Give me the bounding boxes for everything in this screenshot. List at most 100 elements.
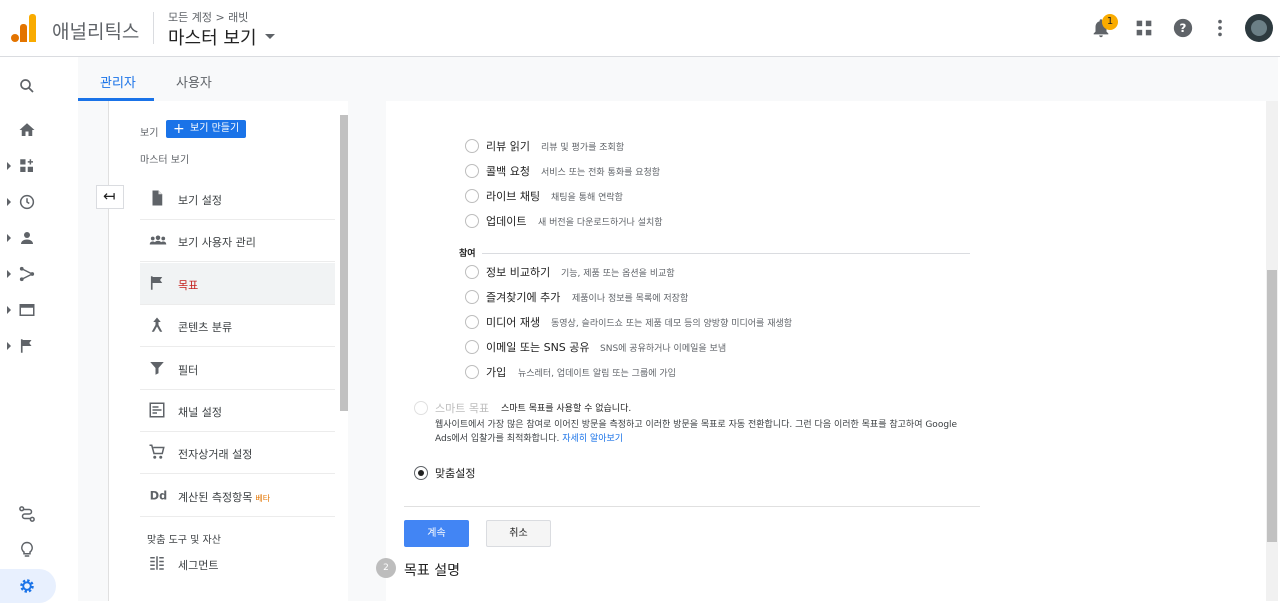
option-title: 즐겨찾기에 추가 (486, 291, 561, 304)
app-title: 애널리틱스 (52, 21, 140, 43)
filter-icon (150, 362, 164, 375)
rail-discover[interactable] (0, 535, 56, 565)
person-arrow-icon (151, 317, 163, 332)
option-title: 리뷰 읽기 (486, 140, 530, 153)
home-icon (19, 123, 35, 136)
option-title: 콜백 요청 (486, 165, 530, 178)
admin-tabs: 관리자 사용자 (78, 57, 1278, 101)
custom-option-title: 맞춤설정 (435, 467, 476, 480)
radio-update[interactable] (465, 214, 479, 228)
nav-item-goals[interactable]: 목표 (140, 263, 335, 305)
rail-home[interactable] (0, 115, 56, 145)
rail-acquisition[interactable] (0, 259, 56, 289)
master-view-label[interactable]: 마스터 보기 (140, 151, 189, 166)
option-title: 미디어 재생 (486, 316, 541, 329)
rail-search[interactable] (0, 71, 56, 101)
tab-admin[interactable]: 관리자 (100, 72, 136, 91)
nav-item-content-grouping[interactable]: 콘텐츠 분류 (140, 305, 335, 347)
analytics-logo-icon[interactable] (11, 14, 37, 42)
more-vert-icon[interactable] (1209, 17, 1231, 39)
radio-callback[interactable] (465, 164, 479, 178)
option-desc: 채팅을 통해 연락함 (551, 193, 623, 203)
help-icon[interactable]: ? (1172, 17, 1194, 39)
option-title: 이메일 또는 SNS 공유 (486, 341, 590, 354)
nav-item-label: 세그먼트 (178, 559, 219, 572)
view-column-label: 보기 (140, 128, 159, 139)
continue-button[interactable]: 계속 (404, 520, 469, 547)
option-desc: SNS에 공유하거나 이메일을 보냄 (600, 344, 727, 354)
nav-item-label: 보기 설정 (178, 194, 222, 207)
nav-item-label: 목표 (178, 279, 199, 292)
nav-item-label: 계산된 측정항목 베타 (178, 489, 270, 505)
learn-more-link[interactable]: 자세히 알아보기 (562, 434, 623, 444)
rail-audience[interactable] (0, 223, 56, 253)
nav-item-segments[interactable]: 세그먼트 (140, 543, 335, 585)
nav-scrollbar[interactable] (340, 115, 348, 411)
apps-grid-icon[interactable] (1133, 17, 1155, 39)
radio-share[interactable] (465, 340, 479, 354)
dashboard-icon (20, 159, 33, 172)
notification-badge: 1 (1102, 14, 1118, 30)
option-desc: 제품이나 정보를 목록에 저장함 (572, 294, 689, 304)
cart-icon (149, 444, 165, 459)
nav-item-view-user-management[interactable]: 보기 사용자 관리 (140, 220, 335, 262)
nav-item-view-settings[interactable]: 보기 설정 (140, 178, 335, 220)
caret-down-icon[interactable] (265, 34, 275, 39)
nav-item-label: 콘텐츠 분류 (178, 321, 233, 334)
flag-icon (20, 339, 32, 353)
smart-goal-info: 웹사이트에서 가장 많은 참여로 이어진 방문을 측정하고 이러한 방문을 목표… (435, 418, 975, 446)
option-title: 업데이트 (486, 215, 527, 228)
radio-signup[interactable] (465, 365, 479, 379)
main-scrollbar-thumb[interactable] (1267, 270, 1277, 542)
step-title: 목표 설명 (404, 563, 460, 579)
lightbulb-icon (21, 541, 33, 557)
nav-item-filters[interactable]: 필터 (140, 348, 335, 390)
option-title: 라이브 채팅 (486, 190, 541, 203)
person-icon (21, 232, 33, 244)
nav-item-channel-settings[interactable]: 채널 설정 (140, 390, 335, 432)
svg-text:Dd: Dd (150, 490, 167, 503)
account-breadcrumb[interactable]: 모든 계정 > 래빗 (168, 9, 248, 25)
nav-item-ecommerce-settings[interactable]: 전자상거래 설정 (140, 432, 335, 474)
create-view-label: 보기 만들기 (190, 123, 240, 134)
actions-divider (404, 506, 980, 507)
rail-realtime[interactable] (0, 187, 56, 217)
option-title: 가입 (486, 366, 507, 379)
view-selector[interactable]: 마스터 보기 (168, 24, 257, 50)
radio-compare[interactable] (465, 265, 479, 279)
rail-conversions[interactable] (0, 331, 56, 361)
acquisition-icon (19, 266, 35, 282)
radio-custom[interactable] (414, 466, 428, 480)
nav-divider (108, 101, 109, 601)
nav-item-calculated-metrics[interactable]: Dd 계산된 측정항목 베타 (140, 475, 335, 517)
segment-icon (150, 556, 164, 570)
engagement-heading: 참여 (459, 249, 476, 259)
back-button[interactable]: ↤ (96, 185, 124, 209)
rail-customization[interactable] (0, 151, 56, 181)
window-icon (19, 304, 35, 316)
avatar[interactable] (1245, 14, 1273, 42)
smart-goal-title: 스마트 목표 (435, 402, 490, 415)
search-icon (20, 79, 34, 93)
option-desc: 새 버전을 다운로드하거나 설치함 (538, 218, 663, 228)
create-view-button[interactable]: + 보기 만들기 (166, 120, 246, 138)
radio-favorite[interactable] (465, 290, 479, 304)
rail-admin[interactable] (0, 569, 56, 603)
gear-icon (20, 579, 34, 593)
smart-goal-desc: 스마트 목표를 사용할 수 없습니다. (501, 404, 632, 414)
clock-icon (19, 194, 35, 210)
nav-item-text: 계산된 측정항목 (178, 491, 253, 504)
radio-review[interactable] (465, 139, 479, 153)
dd-icon: Dd (150, 490, 167, 503)
nav-item-label: 보기 사용자 관리 (178, 236, 256, 249)
rail-attribution[interactable] (0, 499, 56, 529)
route-icon (19, 506, 35, 522)
beta-badge: 베타 (255, 494, 271, 503)
radio-media[interactable] (465, 315, 479, 329)
option-desc: 기능, 제품 또는 옵션을 비교함 (561, 269, 675, 279)
tab-user[interactable]: 사용자 (176, 72, 212, 91)
rail-behavior[interactable] (0, 295, 56, 325)
radio-live-chat[interactable] (465, 189, 479, 203)
cancel-button[interactable]: 취소 (486, 520, 551, 547)
option-desc: 동영상, 슬라이드쇼 또는 제품 데모 등의 양방향 미디어를 재생함 (551, 319, 793, 329)
